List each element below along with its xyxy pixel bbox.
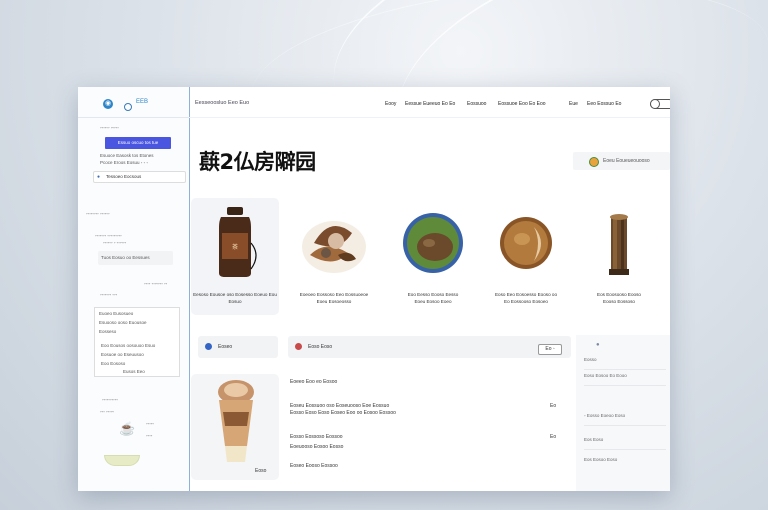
sidebar-text: Esuoce Easosk tos Etones bbox=[100, 153, 154, 158]
sidebar-text: ◦◦◦◦◦◦ ◦◦◦◦◦ bbox=[100, 125, 119, 130]
sidebar-text: ◦◦◦◦ ◦◦◦◦◦◦◦ ◦◦ bbox=[144, 281, 168, 286]
divider bbox=[584, 369, 666, 370]
product-name: Eoo Eesso Eooso Eesso Eoeu Eosoo Eoeo bbox=[407, 292, 459, 304]
svg-text:茶: 茶 bbox=[232, 243, 238, 251]
details-list: Eoeeo Eoo eo Eosoo Eoseu Eossuoo oso Eos… bbox=[288, 379, 571, 487]
sidebar-text: ◦◦◦◦◦◦◦◦◦◦ bbox=[102, 397, 118, 402]
panel-item[interactable]: Esuooso ooso Euousoe bbox=[99, 320, 147, 325]
page-title: 蕻2仏房隦园 bbox=[199, 150, 316, 174]
right-panel: ● Eosso Eoso Eosoo Eo Eooo ◦ Eosso Eoeoo… bbox=[576, 335, 670, 491]
product-name: Eesoso Eousoe oso Eosesso Eoeuo Eou Eosu… bbox=[193, 292, 277, 304]
panel-item[interactable]: Eoo Eososo bbox=[101, 361, 125, 366]
product-name: Eoeoeo Eossoso Eeo Eossuoeoe Eoeu Eosoeo… bbox=[299, 292, 369, 304]
logo-icon[interactable]: ◉ bbox=[103, 99, 113, 109]
sidebar-box-label: Tuos Eosuo oo Eessues bbox=[101, 255, 150, 260]
sidebar-text: ◦◦◦◦◦◦◦ ◦◦◦◦◦◦◦◦◦ bbox=[95, 233, 122, 238]
nav-item[interactable]: Eeo Eossuo Eo bbox=[587, 101, 621, 107]
sidebar-text: ◦◦◦◦◦◦ ◦ ◦◦◦◦◦◦ bbox=[103, 240, 127, 245]
nav-item[interactable]: Eooy bbox=[385, 101, 396, 107]
sidebar-box[interactable]: Tuos Eosuo oo Eessues bbox=[98, 251, 173, 265]
list-number: Eo bbox=[550, 434, 557, 440]
fruit-icon bbox=[589, 157, 599, 167]
product-label: Eoso bbox=[255, 468, 267, 474]
globe-icon bbox=[205, 343, 212, 350]
list-line[interactable]: Eoseo Eooso Eossoo bbox=[290, 463, 338, 469]
panel-line[interactable]: ◦ Eosso Eoeoo Eoso bbox=[584, 413, 625, 418]
divider bbox=[584, 449, 666, 450]
coffee-cup-icon: ☕ bbox=[119, 421, 136, 436]
sidebar-label: ◦◦◦◦ bbox=[146, 433, 153, 438]
panel-item[interactable]: Euoeo Eusosueo bbox=[99, 311, 133, 316]
panel-item[interactable]: Eusos Eeo bbox=[123, 369, 145, 374]
sidebar-header: ◉ ЕЕВ bbox=[78, 87, 189, 118]
panel-item[interactable]: Eosseso bbox=[99, 329, 116, 334]
dessert-cup-icon bbox=[218, 380, 254, 462]
tree-stump-icon bbox=[609, 214, 629, 275]
topbar-brand[interactable]: Eesseoosluo Eeo Euo bbox=[195, 100, 249, 106]
panel-item[interactable]: Eoo Eousos oosouoo Esuo bbox=[101, 343, 155, 348]
sidebar-text: Pcoce Eroos Eosuu ◦ ◦ ◦ bbox=[100, 160, 149, 165]
list-line[interactable]: Eosso Eoso Eoso Eoseo Eoo oo Eosoo Eosso… bbox=[290, 410, 396, 416]
sidebar-search-label: Tessoeo Eocsous bbox=[106, 174, 142, 179]
divider bbox=[584, 385, 666, 386]
list-line[interactable]: Eoseu Eossuoo oso Eoseuooso Eoe Eossuo bbox=[290, 403, 389, 409]
nav-item[interactable]: Eessue Eueeuo Eo Eo bbox=[405, 101, 455, 107]
primary-sidebar-button[interactable]: Essuo oscuo tos tue bbox=[105, 137, 171, 149]
product-name: Eoso Eeo Eosoesso Eooso oo Eo Eossooso E… bbox=[494, 292, 558, 304]
filter-row-label: Eoseo bbox=[218, 344, 233, 350]
mushroom-dish-icon bbox=[302, 221, 366, 273]
divider bbox=[584, 425, 666, 426]
sidebar-text: ◦◦◦◦◦◦◦◦ ◦◦◦◦◦◦ bbox=[86, 211, 110, 216]
sidebar: ◉ ЕЕВ ◦◦◦◦◦◦ ◦◦◦◦◦ Essuo oscuo tos tue E… bbox=[78, 87, 190, 491]
info-icon: ● bbox=[596, 342, 600, 348]
panel-line[interactable]: Eos Eosoo Eoso bbox=[584, 457, 617, 462]
bowl-icon bbox=[104, 455, 140, 466]
search-toggle[interactable] bbox=[650, 99, 670, 109]
filter-chip[interactable]: Eoeu Eoueueouooso bbox=[573, 152, 670, 170]
sidebar-text: ◦◦◦◦◦◦◦ ◦◦◦ bbox=[100, 292, 118, 297]
panel-line[interactable]: Eosso bbox=[584, 357, 597, 362]
sidebar-label: ◦◦◦◦◦ bbox=[146, 421, 154, 426]
brown-fruit-icon bbox=[500, 217, 552, 269]
round-dish-icon bbox=[403, 213, 463, 273]
panel-line[interactable]: Eoso Eosoo Eo Eooo bbox=[584, 373, 627, 378]
filter-label: Eoeu Eoueueouooso bbox=[603, 158, 650, 164]
sidebar-label: ◦◦◦ ◦◦◦◦◦ bbox=[100, 409, 115, 414]
list-line[interactable]: Eosso Eossoso Eossoo bbox=[290, 434, 343, 440]
list-number: Eo bbox=[550, 403, 557, 409]
sidebar-brand: ЕЕВ bbox=[136, 99, 149, 105]
filter-row-label: Eoso Eoso bbox=[308, 344, 333, 350]
nav-item[interactable]: Eossuoo bbox=[467, 101, 486, 107]
app-window: ◉ ЕЕВ ◦◦◦◦◦◦ ◦◦◦◦◦ Essuo oscuo tos tue E… bbox=[78, 87, 670, 491]
panel-item[interactable]: Eosuoe oo Eseuusoo bbox=[101, 352, 144, 357]
sidebar-search[interactable]: ● Tessoeo Eocsous bbox=[93, 171, 186, 183]
bottle-icon: 茶 bbox=[219, 207, 257, 277]
circle-icon bbox=[124, 103, 132, 111]
nav-item[interactable]: Eossuoe Eoo Eo Eoo bbox=[498, 101, 546, 107]
list-line: Eoeeo Eoo eo Eosoo bbox=[290, 379, 338, 385]
filter-row[interactable]: Eoso Eoso bbox=[288, 336, 571, 358]
search-icon: ● bbox=[97, 174, 101, 180]
sidebar-dropdown-panel[interactable]: Euoeo Eusosueo Esuooso ooso Euousoe Eoss… bbox=[94, 307, 180, 377]
filter-row[interactable]: Eoseo bbox=[198, 336, 278, 358]
top-navigation: Eesseoosluo Eeo Euo Eooy Eessue Eueeuo E… bbox=[189, 87, 670, 118]
list-line[interactable]: Eoeuooso Eosoo Eosso bbox=[290, 444, 343, 450]
product-card[interactable]: Eoso bbox=[191, 374, 279, 480]
tag-icon bbox=[295, 343, 302, 350]
nav-item[interactable]: Eue bbox=[569, 101, 578, 107]
quantity-stepper[interactable]: Eo ◦ bbox=[538, 344, 562, 355]
panel-line[interactable]: Eos Eoso bbox=[584, 437, 603, 442]
product-name: Eos Eoosooso Eooso Eooso Eossoso bbox=[597, 292, 641, 304]
